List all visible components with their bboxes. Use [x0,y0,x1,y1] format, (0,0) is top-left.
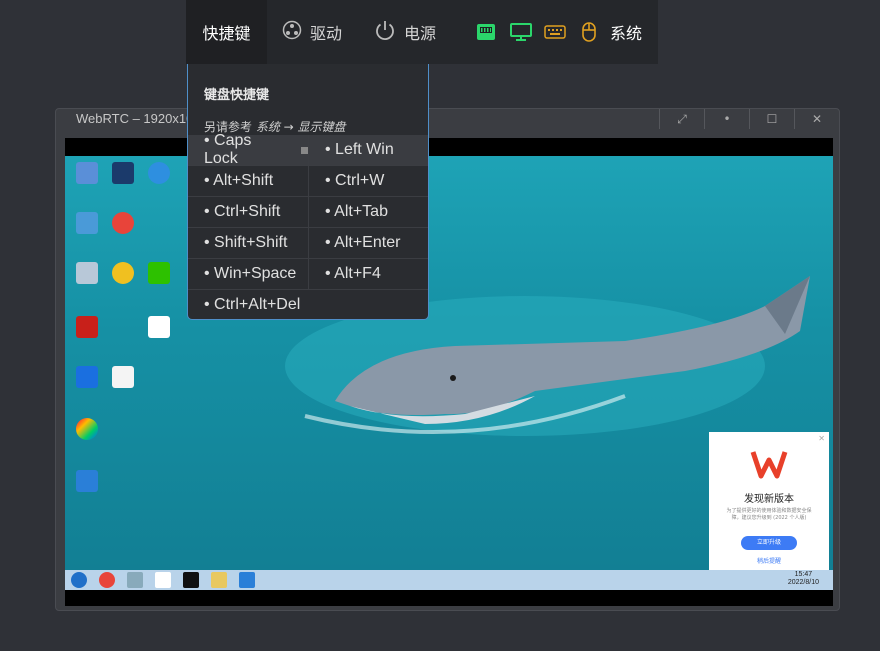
close-icon[interactable]: ✕ [794,109,839,129]
system-tab[interactable]: 系统 [610,0,642,64]
start-button-icon[interactable] [71,572,87,588]
monitor-icon[interactable] [510,0,532,64]
shortcut-alt-shift[interactable]: • Alt+Shift [188,166,308,196]
shortcut-row: • Shift+Shift • Alt+Enter [188,228,428,259]
wps-popup-title: 发现新版本 [744,494,794,505]
paint-taskbar-icon[interactable] [127,572,143,588]
network-icon[interactable] [476,0,496,64]
dropdown-title: 键盘快捷键 [204,88,270,103]
shortcut-win-space[interactable]: • Win+Space [188,259,308,289]
wps-logo-icon [750,451,788,479]
shortcut-left-win[interactable]: • Left Win [308,135,428,165]
wps-update-button[interactable]: 立即升级 [741,536,797,550]
taskbar-date: 2022/8/10 [787,579,819,586]
shortcuts-dropdown: 键盘快捷键 另请参考 系统 → 显示键盘 • Caps Lock • Left … [187,64,429,320]
keyboard-icon[interactable] [544,0,566,64]
bird-taskbar-icon[interactable] [239,572,255,588]
shortcut-ctrl-alt-del[interactable]: • Ctrl+Alt+Del [188,290,428,320]
shortcut-row: • Win+Space • Alt+F4 [188,259,428,290]
pdf-taskbar-icon[interactable] [155,572,171,588]
colorful-app-icon[interactable] [65,418,109,442]
shortcut-alt-f4[interactable]: • Alt+F4 [308,259,428,289]
ie-icon[interactable] [137,162,181,186]
explorer-taskbar-icon[interactable] [211,572,227,588]
wps-later-link[interactable]: 稍后提醒 [709,556,829,565]
shortcut-caps-lock-label: • Caps Lock [204,132,252,167]
shortcuts-label: 快捷键 [202,24,251,43]
remote-window: WebRTC – 1920x10 ⤢ • ☐ ✕ ✕ 发现新版本 为了提供更好的… [55,108,840,611]
drive-icon [282,20,302,44]
pdf-app-icon[interactable] [137,316,181,340]
remote-screen[interactable]: ✕ 发现新版本 为了提供更好的使用体验和数据安全保障，建议您升级到 (2022 … [65,138,833,606]
remote-taskbar: 15:47 2022/8/10 [65,570,833,590]
wps-update-popup: ✕ 发现新版本 为了提供更好的使用体验和数据安全保障，建议您升级到 (2022 … [709,432,829,570]
shortcut-row: • Caps Lock • Left Win [188,132,428,167]
square-icon [301,146,308,154]
power-tab[interactable]: 电源 [374,0,436,64]
taskbar-time: 15:47 [794,571,813,578]
chrome-icon[interactable] [101,212,145,236]
bird-app-icon[interactable] [65,470,109,494]
wps-popup-description: 为了提供更好的使用体验和数据安全保障，建议您升级到 (2022 个人版) [726,508,812,521]
power-icon [374,19,396,45]
shortcut-alt-tab[interactable]: • Alt+Tab [308,197,428,227]
dot-icon[interactable]: • [704,109,749,129]
terminal-taskbar-icon[interactable] [183,572,199,588]
maximize-icon[interactable]: ☐ [749,109,794,129]
text-file-icon[interactable] [101,366,145,390]
wps-close-icon[interactable]: ✕ [818,434,825,443]
system-label: 系统 [610,24,643,43]
shortcut-row: • Ctrl+Alt+Del [188,290,428,320]
shortcut-ctrl-shift[interactable]: • Ctrl+Shift [188,197,308,227]
window-controls: ⤢ • ☐ ✕ [659,109,839,129]
window-title: WebRTC – 1920x10 [76,111,194,126]
taskbar-clock[interactable]: 15:47 2022/8/10 [788,571,819,587]
power-label: 电源 [404,24,437,43]
desktop-wallpaper[interactable]: ✕ 发现新版本 为了提供更好的使用体验和数据安全保障，建议您升级到 (2022 … [65,156,833,570]
top-toolbar: 快捷键 驱动 电源 系统 [186,0,658,64]
shortcut-shift-shift[interactable]: • Shift+Shift [188,228,308,258]
mouse-icon[interactable] [582,0,596,64]
shortcut-caps-lock[interactable]: • Caps Lock [188,132,308,167]
drive-label: 驱动 [310,24,343,43]
shortcuts-tab[interactable]: 快捷键 [186,0,267,64]
acrobat-icon[interactable] [65,316,109,340]
shortcut-grid: • Caps Lock • Left Win • Alt+Shift • Ctr… [188,132,428,320]
shortcut-row: • Ctrl+Shift • Alt+Tab [188,197,428,228]
wechat-icon[interactable] [137,262,181,286]
drive-tab[interactable]: 驱动 [282,0,342,64]
shortcut-ctrl-w[interactable]: • Ctrl+W [308,166,428,196]
shortcut-alt-enter[interactable]: • Alt+Enter [308,228,428,258]
shortcut-row: • Alt+Shift • Ctrl+W [188,166,428,197]
chrome-taskbar-icon[interactable] [99,572,115,588]
expand-icon[interactable]: ⤢ [659,109,704,129]
